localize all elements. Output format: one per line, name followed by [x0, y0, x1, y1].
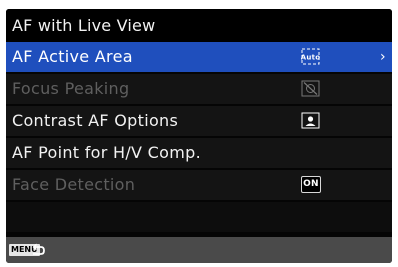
- auto-area-text: Auto: [301, 54, 320, 62]
- menu-item-af-point-hv-comp[interactable]: AF Point for H/V Comp.: [6, 138, 392, 168]
- menu-list: AF Active Area Auto › Focus Peaking Cont…: [6, 42, 392, 234]
- menu-item-focus-peaking[interactable]: Focus Peaking: [6, 74, 392, 104]
- menu-item-label: Focus Peaking: [12, 79, 130, 98]
- menu-item-label: Face Detection: [12, 175, 136, 194]
- menu-item-label: AF Active Area: [12, 47, 133, 66]
- on-badge: ON: [301, 176, 321, 193]
- auto-area-icon: Auto: [301, 48, 320, 65]
- menu-panel: AF with Live View AF Active Area Auto › …: [6, 9, 392, 263]
- menu-item-face-detection[interactable]: Face Detection ON: [6, 170, 392, 200]
- face-frame-icon: [301, 112, 320, 129]
- menu-empty-row: [6, 202, 392, 232]
- back-arrow-icon[interactable]: [30, 241, 46, 257]
- menu-item-label: Contrast AF Options: [12, 111, 179, 130]
- menu-item-af-active-area[interactable]: AF Active Area Auto ›: [6, 42, 392, 72]
- footer-bar: MENU: [6, 237, 392, 263]
- chevron-right-icon: ›: [380, 49, 386, 65]
- camera-screen: AF with Live View AF Active Area Auto › …: [0, 0, 398, 267]
- peaking-off-icon: [301, 80, 320, 97]
- menu-title: AF with Live View: [6, 9, 392, 42]
- menu-item-label: AF Point for H/V Comp.: [12, 143, 201, 162]
- menu-item-contrast-af-options[interactable]: Contrast AF Options: [6, 106, 392, 136]
